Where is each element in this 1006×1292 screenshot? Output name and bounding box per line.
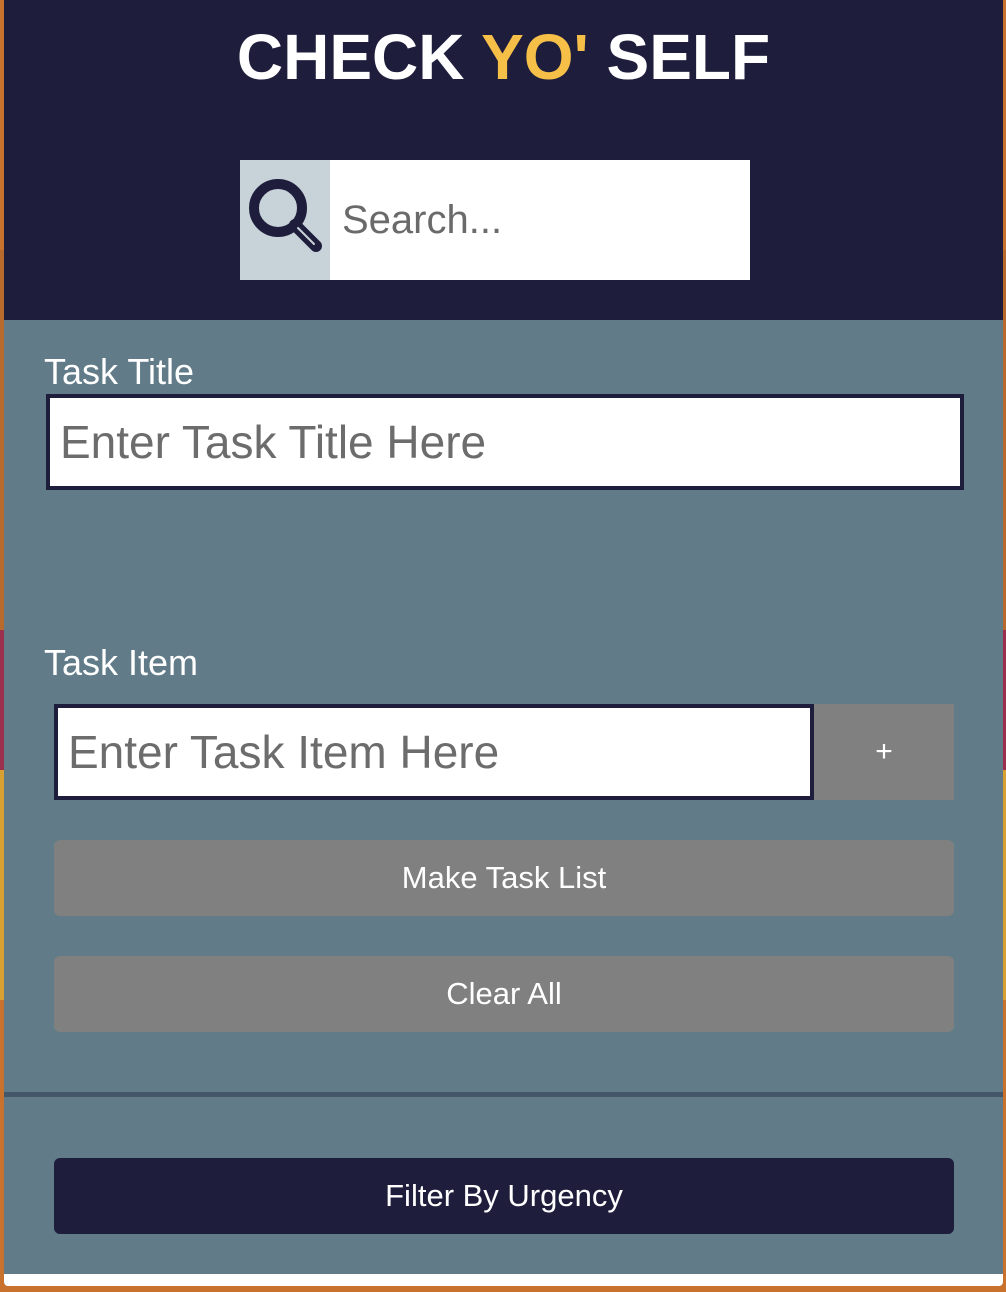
header: CHECK YO' SELF bbox=[4, 0, 1003, 320]
sidebar-panel: CHECK YO' SELF Task Title Task Item + Ma… bbox=[4, 0, 1003, 1284]
task-item-input[interactable] bbox=[54, 704, 814, 800]
app-title-part1: CHECK bbox=[236, 21, 482, 93]
app-title: CHECK YO' SELF bbox=[4, 22, 1003, 92]
task-title-input[interactable] bbox=[46, 394, 964, 490]
clear-all-button[interactable]: Clear All bbox=[54, 956, 954, 1032]
app-title-accent: YO' bbox=[481, 21, 589, 93]
app-title-part2: SELF bbox=[588, 21, 771, 93]
search-bar bbox=[240, 160, 750, 280]
task-title-label: Task Title bbox=[44, 351, 195, 392]
filter-by-urgency-button[interactable]: Filter By Urgency bbox=[54, 1158, 954, 1234]
add-task-item-button[interactable]: + bbox=[814, 704, 954, 800]
search-button[interactable] bbox=[240, 160, 330, 280]
search-input[interactable] bbox=[330, 160, 750, 280]
search-icon bbox=[249, 179, 322, 252]
task-item-label: Task Item bbox=[44, 642, 199, 683]
divider bbox=[4, 1092, 1003, 1097]
make-task-list-button[interactable]: Make Task List bbox=[54, 840, 954, 916]
panel-bottom-edge bbox=[4, 1274, 1003, 1286]
